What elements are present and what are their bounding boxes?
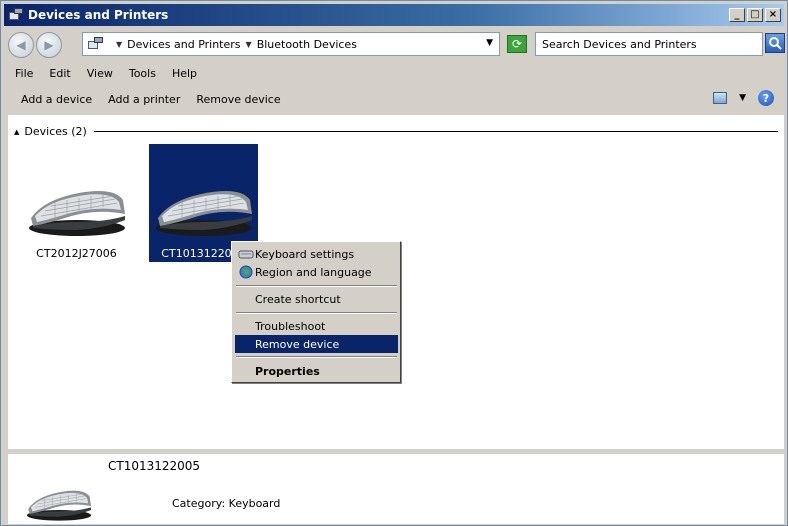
- menu-item-properties[interactable]: Properties: [235, 362, 398, 380]
- menu-item-troubleshoot[interactable]: Troubleshoot: [235, 317, 398, 335]
- address-dropdown-icon[interactable]: ▼: [486, 38, 493, 48]
- group-divider: [94, 131, 778, 132]
- change-view-icon[interactable]: [713, 92, 728, 104]
- minimize-button[interactable]: _: [729, 8, 745, 22]
- menu-edit[interactable]: Edit: [41, 67, 78, 80]
- remove-device-button[interactable]: Remove device: [188, 93, 288, 106]
- search-icon: [769, 37, 782, 50]
- refresh-icon: ⟳: [511, 37, 523, 51]
- view-options-dropdown-icon[interactable]: ▼: [739, 93, 746, 103]
- menu-item-create-shortcut[interactable]: Create shortcut: [235, 290, 398, 308]
- command-bar: Add a device Add a printer Remove device…: [4, 85, 784, 113]
- address-bar[interactable]: ▼ Devices and Printers ▼ Bluetooth Devic…: [82, 32, 500, 56]
- breadcrumb-devices-and-printers[interactable]: Devices and Printers: [127, 38, 240, 51]
- menu-separator: [236, 285, 397, 287]
- help-icon[interactable]: ?: [758, 90, 774, 106]
- devices-and-printers-window: Devices and Printers _ □ × ◀ ▶ ▼ Devices…: [0, 0, 788, 526]
- back-button[interactable]: ◀: [8, 32, 34, 58]
- breadcrumb-arrow-icon[interactable]: ▼: [116, 40, 122, 49]
- menu-item-remove-device[interactable]: Remove device: [235, 335, 398, 353]
- search-input[interactable]: Search Devices and Printers: [535, 32, 763, 56]
- details-device-name: CT1013122005: [108, 459, 201, 473]
- forward-arrow-icon: ▶: [44, 38, 54, 52]
- menu-help[interactable]: Help: [164, 67, 205, 80]
- details-pane: CT1013122005 Category: Keyboard: [8, 454, 784, 524]
- group-header-devices[interactable]: ▲ Devices (2): [14, 125, 87, 138]
- close-button[interactable]: ×: [765, 8, 781, 22]
- menu-item-region-and-language[interactable]: Region and language: [235, 263, 398, 281]
- add-device-button[interactable]: Add a device: [4, 93, 100, 106]
- collapse-triangle-icon[interactable]: ▲: [14, 128, 19, 136]
- menu-separator: [236, 312, 397, 314]
- group-label: Devices (2): [24, 125, 87, 138]
- forward-button[interactable]: ▶: [36, 32, 62, 58]
- devices-printers-icon: [8, 7, 24, 23]
- add-printer-button[interactable]: Add a printer: [100, 93, 188, 106]
- maximize-button[interactable]: □: [747, 8, 763, 22]
- device-label: CT2012J27006: [36, 247, 117, 260]
- device-item[interactable]: CT2012J27006: [22, 144, 131, 262]
- devices-printers-icon: [87, 37, 105, 51]
- back-arrow-icon: ◀: [16, 38, 26, 52]
- search-button[interactable]: [765, 33, 785, 53]
- keyboard-icon: [25, 178, 129, 238]
- address-row: ◀ ▶ ▼ Devices and Printers ▼ Bluetooth D…: [4, 29, 785, 61]
- title-bar[interactable]: Devices and Printers _ □ ×: [4, 4, 784, 26]
- menu-tools[interactable]: Tools: [121, 67, 164, 80]
- keyboard-icon: [238, 250, 254, 259]
- keyboard-icon: [152, 178, 256, 238]
- menu-bar: File Edit View Tools Help: [4, 63, 784, 83]
- breadcrumb-bluetooth-devices[interactable]: Bluetooth Devices: [257, 38, 357, 51]
- keyboard-icon: [24, 482, 94, 522]
- details-category: Category: Keyboard: [172, 497, 281, 510]
- menu-file[interactable]: File: [4, 67, 41, 80]
- menu-item-keyboard-settings[interactable]: Keyboard settings: [235, 245, 398, 263]
- globe-icon: [239, 265, 253, 279]
- breadcrumb-arrow-icon[interactable]: ▼: [246, 40, 252, 49]
- refresh-button[interactable]: ⟳: [507, 35, 527, 53]
- window-title: Devices and Printers: [28, 8, 169, 22]
- menu-view[interactable]: View: [79, 67, 121, 80]
- menu-separator: [236, 356, 397, 358]
- context-menu: Keyboard settings Region and language Cr…: [231, 241, 401, 383]
